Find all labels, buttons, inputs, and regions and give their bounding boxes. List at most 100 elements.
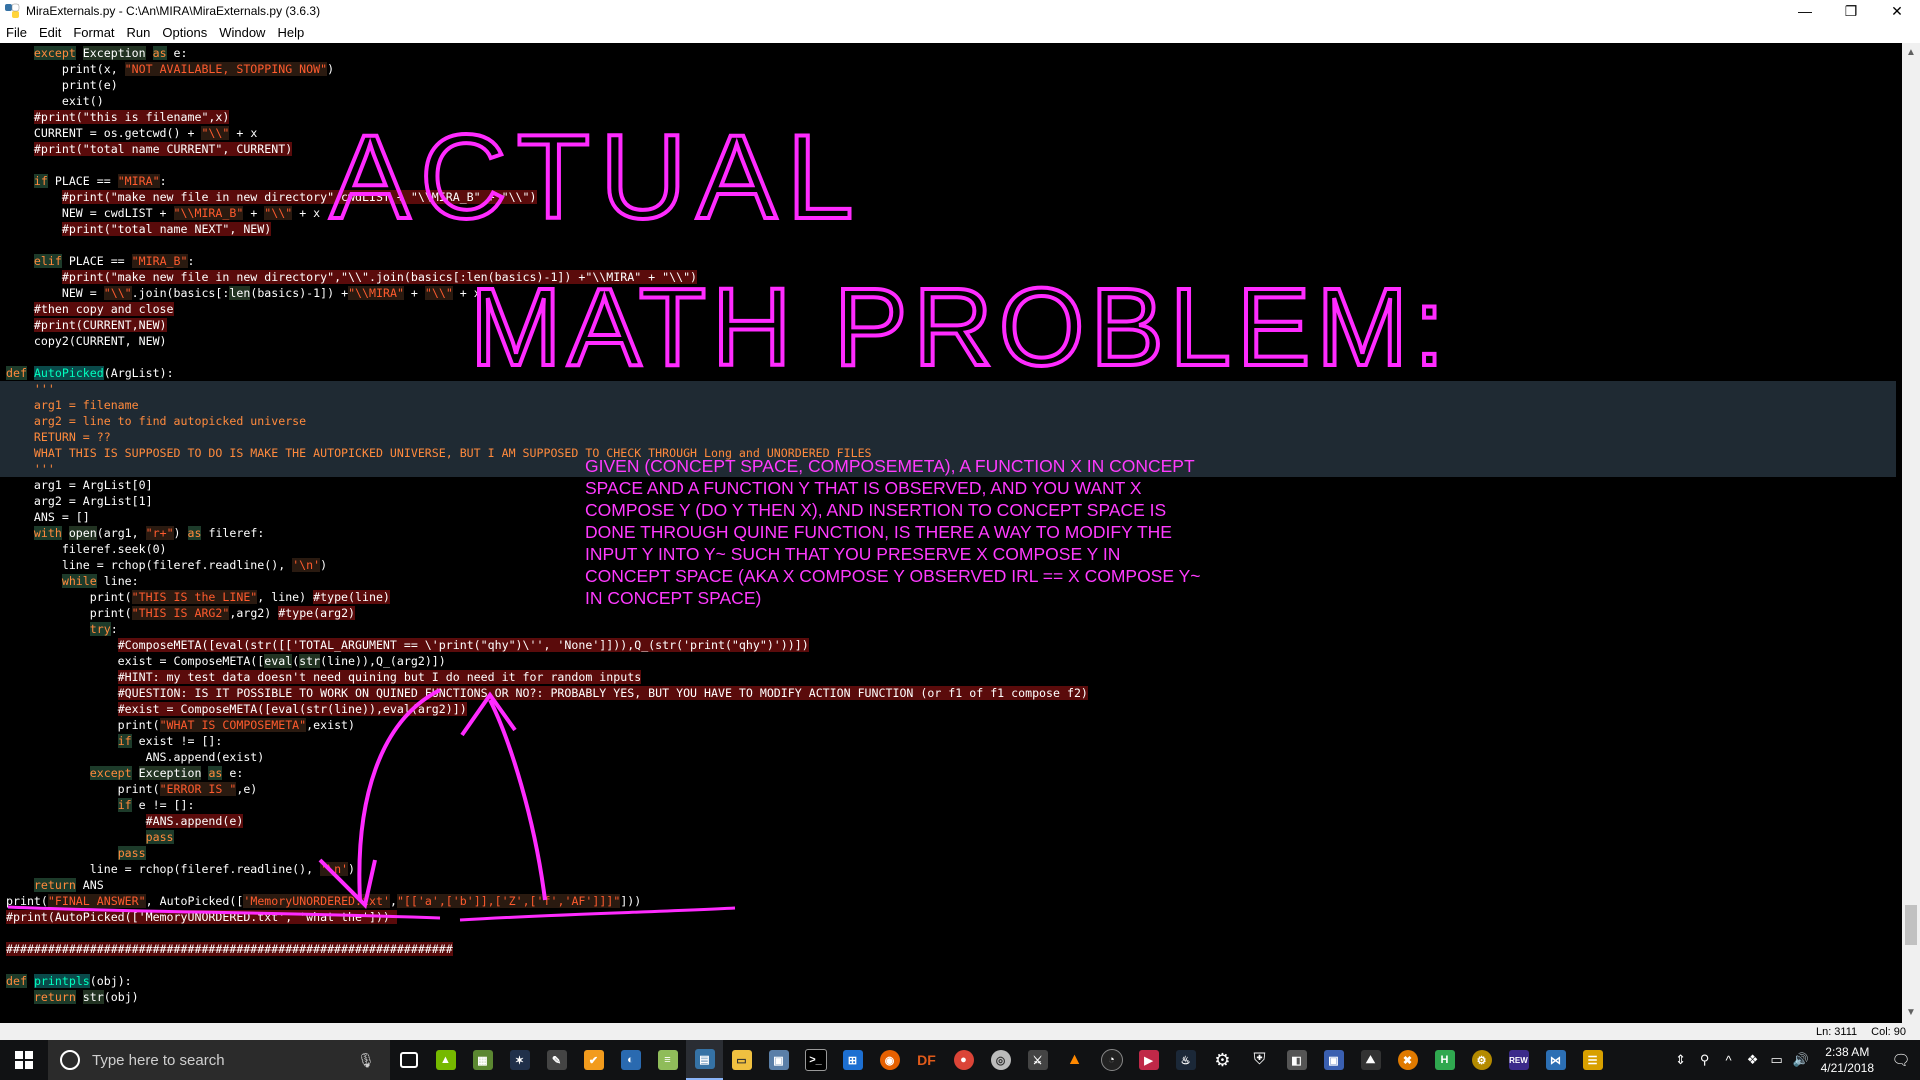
code-line[interactable]: NEW = cwdLIST + "\\MIRA_B" + "\\" + x bbox=[6, 205, 1896, 221]
computer-icon[interactable]: ▣ bbox=[760, 1040, 797, 1080]
code-line[interactable]: exit() bbox=[6, 93, 1896, 109]
browser-app-icon[interactable]: ◐ bbox=[612, 1040, 649, 1080]
game-app-icon[interactable]: ✶ bbox=[501, 1040, 538, 1080]
photos-icon[interactable]: ⛰ bbox=[1352, 1040, 1389, 1080]
code-line[interactable]: return str(obj) bbox=[6, 989, 1896, 1005]
code-line[interactable]: RETURN = ?? bbox=[0, 429, 1896, 445]
code-line[interactable]: ​ bbox=[6, 925, 1896, 941]
code-line[interactable]: pass bbox=[6, 829, 1896, 845]
game-controller-icon[interactable]: ⚔ bbox=[1019, 1040, 1056, 1080]
show-hidden-icons-chevron-icon[interactable]: ^ bbox=[1717, 1053, 1741, 1068]
code-line[interactable]: print(e) bbox=[6, 77, 1896, 93]
tablet-app-icon[interactable]: ◧ bbox=[1278, 1040, 1315, 1080]
vertical-scrollbar[interactable]: ▲ ▼ bbox=[1902, 43, 1920, 1023]
code-line[interactable]: print("WHAT IS COMPOSEMETA",exist) bbox=[6, 717, 1896, 733]
cog-app-icon[interactable]: ⚙ bbox=[1463, 1040, 1500, 1080]
code-line[interactable]: #then copy and close bbox=[6, 301, 1896, 317]
media-app-icon[interactable]: ▶ bbox=[1130, 1040, 1167, 1080]
code-line[interactable]: #print(CURRENT,NEW) bbox=[6, 317, 1896, 333]
menu-options[interactable]: Options bbox=[156, 25, 213, 40]
code-line[interactable]: def AutoPicked(ArgList): bbox=[6, 365, 1896, 381]
taskbar-search[interactable]: Type here to search 🎙 bbox=[48, 1040, 390, 1080]
h-app-icon[interactable]: H bbox=[1426, 1040, 1463, 1080]
code-line[interactable]: copy2(CURRENT, NEW) bbox=[6, 333, 1896, 349]
people-icon[interactable]: ⚲ bbox=[1693, 1052, 1717, 1068]
code-line[interactable]: NEW = "\\".join(basics[:len(basics)-1]) … bbox=[6, 285, 1896, 301]
code-line[interactable]: ​ bbox=[6, 157, 1896, 173]
stack-app-icon[interactable]: ☰ bbox=[1574, 1040, 1611, 1080]
code-line[interactable]: #print("this is filename",x) bbox=[6, 109, 1896, 125]
code-line[interactable]: #QUESTION: IS IT POSSIBLE TO WORK ON QUI… bbox=[6, 685, 1896, 701]
python-idle-taskbar-icon[interactable]: ▤ bbox=[686, 1040, 723, 1080]
menu-format[interactable]: Format bbox=[67, 25, 120, 40]
tasks-app-icon[interactable]: ✔ bbox=[575, 1040, 612, 1080]
task-view-icon[interactable] bbox=[390, 1040, 427, 1080]
scroll-down-arrow-icon[interactable]: ▼ bbox=[1902, 1005, 1920, 1021]
minecraft-icon[interactable]: ▦ bbox=[464, 1040, 501, 1080]
vs-app-icon[interactable]: ⋈ bbox=[1537, 1040, 1574, 1080]
code-line[interactable]: exist = ComposeMETA([eval(str(line)),Q_(… bbox=[6, 653, 1896, 669]
file-explorer-icon[interactable]: ▭ bbox=[723, 1040, 760, 1080]
screen-app-icon[interactable]: ▣ bbox=[1315, 1040, 1352, 1080]
menu-run[interactable]: Run bbox=[121, 25, 157, 40]
vlc-icon[interactable]: ▲ bbox=[1056, 1040, 1093, 1080]
maximize-button[interactable]: ❐ bbox=[1828, 0, 1874, 22]
firefox-icon[interactable]: ◉ bbox=[871, 1040, 908, 1080]
code-line[interactable]: ​ bbox=[6, 957, 1896, 973]
code-line[interactable]: if PLACE == "MIRA": bbox=[6, 173, 1896, 189]
volume-icon[interactable]: 🔊 bbox=[1789, 1052, 1813, 1068]
code-line[interactable]: if exist != []: bbox=[6, 733, 1896, 749]
command-prompt-icon[interactable]: >_ bbox=[797, 1040, 834, 1080]
network-icon[interactable]: ▭ bbox=[1765, 1052, 1789, 1068]
code-line[interactable]: #print("make new file in new directory",… bbox=[6, 189, 1896, 205]
scroll-up-arrow-icon[interactable]: ▲ bbox=[1902, 45, 1920, 61]
shield-icon[interactable]: ⛨ bbox=[1241, 1040, 1278, 1080]
code-line[interactable]: ANS.append(exist) bbox=[6, 749, 1896, 765]
code-line[interactable]: ########################################… bbox=[6, 941, 1896, 957]
menu-file[interactable]: File bbox=[0, 25, 33, 40]
start-button[interactable] bbox=[0, 1040, 48, 1080]
code-line[interactable]: try: bbox=[6, 621, 1896, 637]
store-icon[interactable]: ⊞ bbox=[834, 1040, 871, 1080]
taskbar-clock[interactable]: 2:38 AM 4/21/2018 bbox=[1821, 1044, 1874, 1076]
code-line[interactable]: CURRENT = os.getcwd() + "\\" + x bbox=[6, 125, 1896, 141]
code-line[interactable]: line = rchop(fileref.readline(), '\n') bbox=[6, 861, 1896, 877]
disc-app-icon[interactable]: ◎ bbox=[982, 1040, 1019, 1080]
nvidia-icon[interactable]: ▲ bbox=[427, 1040, 464, 1080]
code-line[interactable]: ​ bbox=[6, 349, 1896, 365]
notepad-icon[interactable]: ≡ bbox=[649, 1040, 686, 1080]
code-line[interactable]: print(x, "NOT AVAILABLE, STOPPING NOW") bbox=[6, 61, 1896, 77]
code-line[interactable]: arg2 = line to find autopicked universe bbox=[0, 413, 1896, 429]
action-center-icon[interactable]: 🗨 bbox=[1882, 1051, 1920, 1069]
code-line[interactable]: #exist = ComposeMETA([eval(str(line)),ev… bbox=[6, 701, 1896, 717]
code-line[interactable]: #print("total name CURRENT", CURRENT) bbox=[6, 141, 1896, 157]
obs-icon[interactable]: ◔ bbox=[1093, 1040, 1130, 1080]
df-app-icon[interactable]: DF bbox=[908, 1040, 945, 1080]
code-line[interactable]: #print("make new file in new directory",… bbox=[6, 269, 1896, 285]
chrome-icon[interactable]: ● bbox=[945, 1040, 982, 1080]
code-line[interactable]: if e != []: bbox=[6, 797, 1896, 813]
code-line[interactable]: #ComposeMETA([eval(str([['TOTAL_ARGUMENT… bbox=[6, 637, 1896, 653]
microphone-icon[interactable]: 🎙 bbox=[354, 1052, 378, 1069]
code-line[interactable]: pass bbox=[6, 845, 1896, 861]
minimize-button[interactable]: — bbox=[1782, 0, 1828, 22]
x-app-icon[interactable]: ✖ bbox=[1389, 1040, 1426, 1080]
code-line[interactable]: return ANS bbox=[6, 877, 1896, 893]
code-line[interactable]: ​ bbox=[6, 237, 1896, 253]
code-line[interactable]: ''' bbox=[0, 381, 1896, 397]
steam-icon[interactable]: ♨ bbox=[1167, 1040, 1204, 1080]
menu-edit[interactable]: Edit bbox=[33, 25, 67, 40]
rew-app-icon[interactable]: REW bbox=[1500, 1040, 1537, 1080]
scrollbar-thumb[interactable] bbox=[1905, 905, 1917, 945]
settings-gear-icon[interactable]: ⚙ bbox=[1204, 1040, 1241, 1080]
menu-window[interactable]: Window bbox=[213, 25, 271, 40]
code-line[interactable]: print("FINAL ANSWER", AutoPicked(['Memor… bbox=[6, 893, 1896, 909]
dropbox-icon[interactable]: ❖ bbox=[1741, 1052, 1765, 1068]
tool-app-icon[interactable]: ✎ bbox=[538, 1040, 575, 1080]
code-line[interactable]: except Exception as e: bbox=[6, 765, 1896, 781]
code-line[interactable]: #ANS.append(e) bbox=[6, 813, 1896, 829]
code-line[interactable]: arg1 = filename bbox=[0, 397, 1896, 413]
code-line[interactable]: #HINT: my test data doesn't need quining… bbox=[6, 669, 1896, 685]
close-button[interactable]: ✕ bbox=[1874, 0, 1920, 22]
code-line[interactable]: print("ERROR IS ",e) bbox=[6, 781, 1896, 797]
